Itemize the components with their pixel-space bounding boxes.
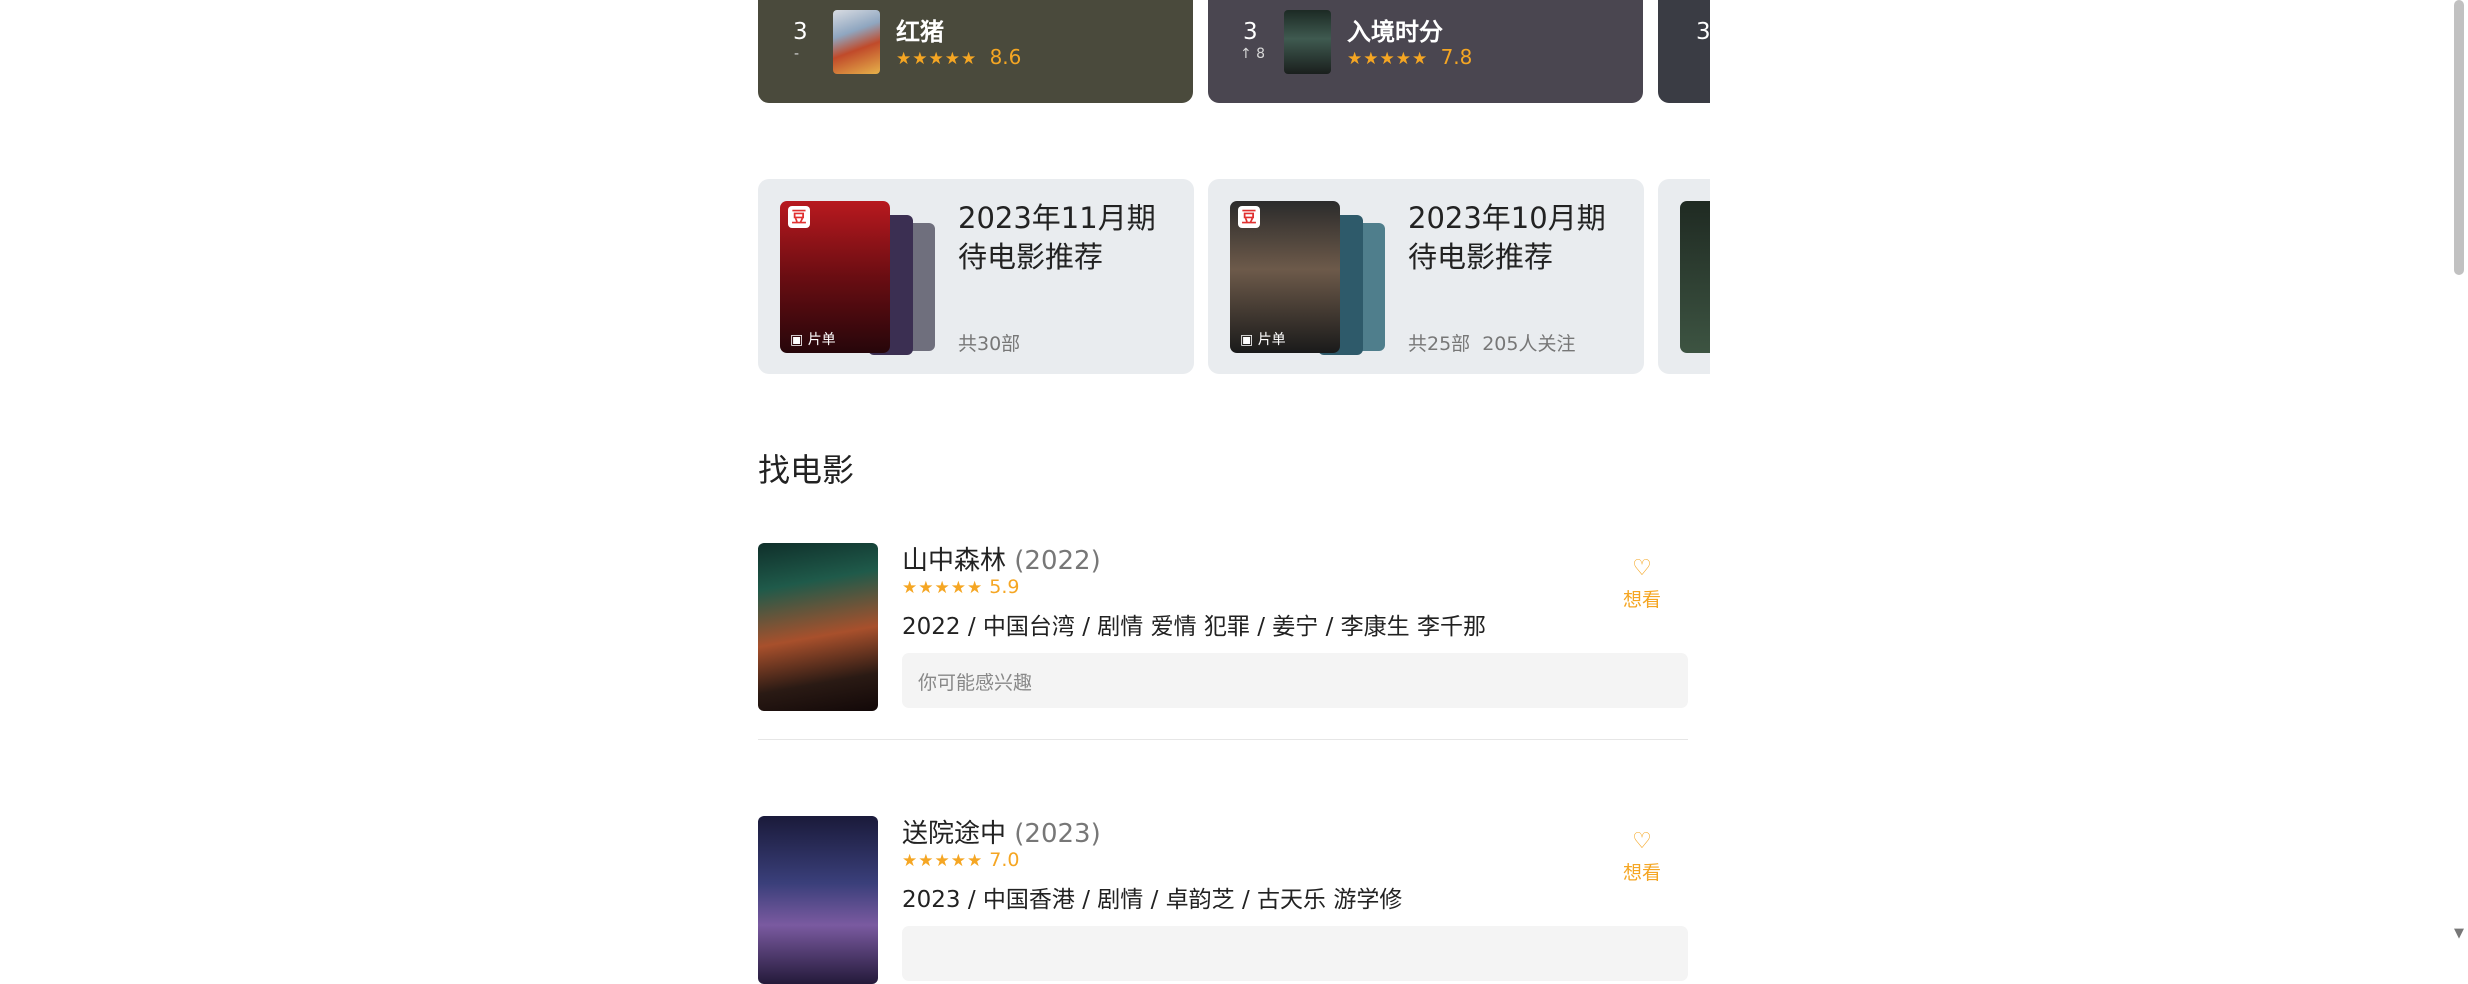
poster-stack: 豆 ▣ 片单: [780, 201, 940, 355]
list-card-partial[interactable]: [1658, 179, 1710, 374]
movie-poster[interactable]: [758, 543, 878, 711]
ranking-card-1[interactable]: 3 - 红猪 ★★★★★ 8.6: [758, 0, 1193, 103]
list-card-november[interactable]: 豆 ▣ 片单 2023年11月期待电影推荐 共30部: [758, 179, 1194, 374]
movie-info: 2023 / 中国香港 / 剧情 / 卓韵芝 / 古天乐 游学修: [902, 887, 1403, 913]
ranking-clip-mask: [1710, 0, 2468, 110]
rank-number: 3: [1243, 19, 1258, 45]
want-to-watch-button[interactable]: ♡ 想看: [1620, 829, 1664, 885]
movie-title[interactable]: 送院途中 (2023): [902, 813, 1101, 850]
list-card-october[interactable]: 豆 ▣ 片单 2023年10月期待电影推荐 共25部 205人关注: [1208, 179, 1644, 374]
scrollbar[interactable]: ▼: [2448, 0, 2468, 945]
star-rating-icon: ★★★★★: [1347, 49, 1429, 69]
rank-rating: ★★★★★ 8.6: [896, 45, 1021, 69]
star-rating-icon: ★★★★★: [896, 49, 978, 69]
star-rating-icon: ★★★★★: [902, 851, 984, 871]
section-title: 找电影: [758, 451, 855, 489]
star-rating-icon: ★★★★★: [902, 578, 984, 598]
rank-score: 7.8: [1440, 45, 1473, 69]
rank-number: 3: [793, 19, 808, 45]
movie-info: 2022 / 中国台湾 / 剧情 爱情 犯罪 / 姜宁 / 李康生 李千那: [902, 614, 1486, 640]
want-icon: ♡: [1632, 829, 1652, 854]
want-icon: ♡: [1632, 556, 1652, 581]
list-meta: 共30部: [958, 333, 1021, 355]
douban-logo-icon: 豆: [788, 206, 810, 228]
movie-rating: ★★★★★ 7.0: [902, 849, 1019, 871]
want-label: 想看: [1622, 862, 1661, 884]
movie-year: (2022): [1014, 546, 1101, 576]
list-tag: ▣ 片单: [1240, 332, 1286, 348]
list-title[interactable]: 2023年10月期待电影推荐: [1408, 199, 1633, 277]
rank-score: 8.6: [989, 45, 1022, 69]
movie-score: 7.0: [989, 849, 1020, 871]
scroll-down-icon[interactable]: ▼: [2454, 926, 2464, 941]
rank-movie-title[interactable]: 红猪: [896, 12, 944, 47]
scrollbar-thumb[interactable]: [2454, 0, 2464, 275]
want-to-watch-button[interactable]: ♡ 想看: [1620, 556, 1664, 612]
list-cover-poster: [1680, 201, 1710, 353]
ranking-card-2[interactable]: 3 ↑ 8 入境时分 ★★★★★ 7.8: [1208, 0, 1643, 103]
list-title[interactable]: 2023年11月期待电影推荐: [958, 199, 1183, 277]
rank-rating: ★★★★★ 7.8: [1347, 45, 1472, 69]
movie-poster[interactable]: [1284, 10, 1331, 74]
poster-stack: 豆 ▣ 片单: [1230, 201, 1390, 355]
movie-year: (2023): [1014, 819, 1101, 849]
list-clip-mask: [1710, 170, 2410, 380]
rank-number: 3: [1696, 19, 1710, 45]
douban-logo-icon: 豆: [1238, 206, 1260, 228]
movie-poster[interactable]: [833, 10, 880, 74]
suggestion-box[interactable]: [902, 926, 1688, 981]
ranking-card-3[interactable]: 3: [1658, 0, 1710, 103]
list-tag: ▣ 片单: [790, 332, 836, 348]
rank-trend: ↑ 8: [1240, 46, 1266, 62]
list-cover-poster: 豆 ▣ 片单: [780, 201, 890, 353]
divider: [758, 739, 1688, 740]
rank-trend: -: [794, 46, 800, 62]
list-cover-poster: 豆 ▣ 片单: [1230, 201, 1340, 353]
movie-poster[interactable]: [758, 816, 878, 984]
movie-rating: ★★★★★ 5.9: [902, 576, 1019, 598]
rank-movie-title[interactable]: 入境时分: [1347, 12, 1443, 47]
movie-title[interactable]: 山中森林 (2022): [902, 540, 1101, 577]
suggestion-text: 你可能感兴趣: [918, 672, 1033, 694]
suggestion-box[interactable]: 你可能感兴趣: [902, 653, 1688, 708]
want-label: 想看: [1622, 589, 1661, 611]
movie-score: 5.9: [989, 576, 1020, 598]
list-meta: 共25部 205人关注: [1408, 333, 1576, 355]
